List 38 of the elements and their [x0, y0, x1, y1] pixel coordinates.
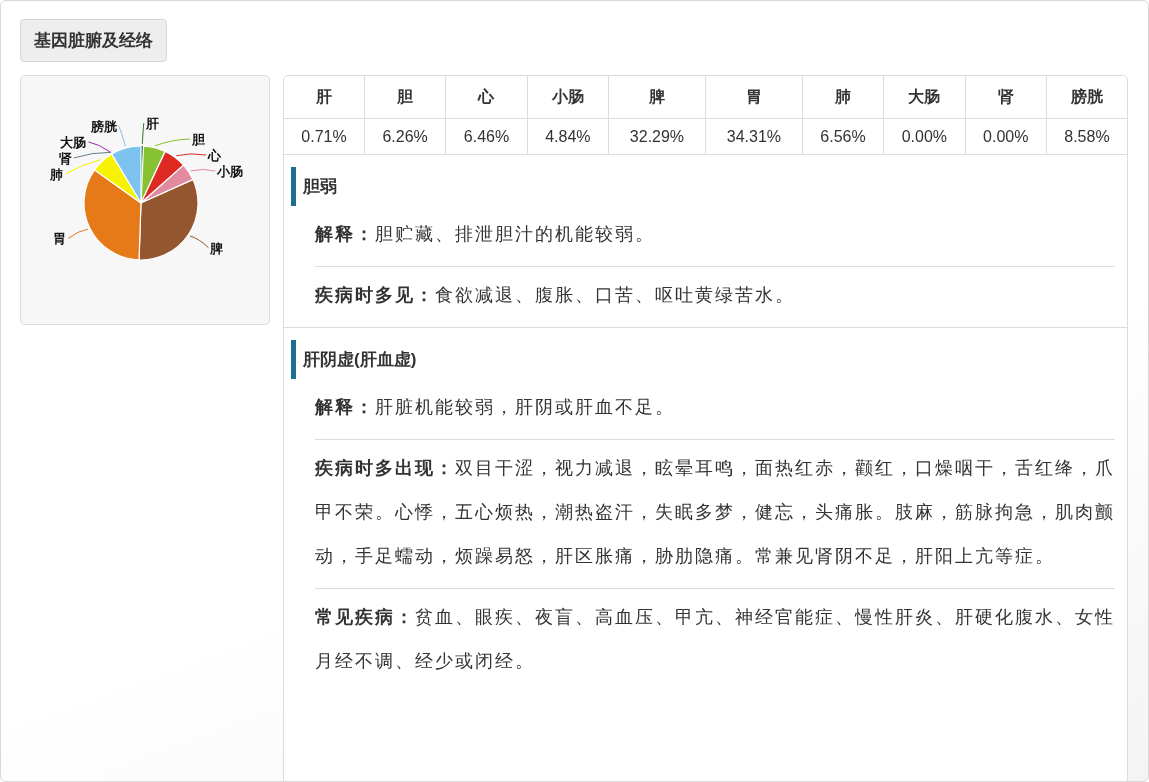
table-header-cell: 肾	[965, 76, 1047, 119]
section-title: 胆弱	[291, 167, 1115, 206]
slice-label: 脾	[210, 240, 224, 256]
table-cell: 8.58%	[1046, 118, 1127, 154]
slice-label: 肝	[145, 116, 159, 131]
table-header-cell: 小肠	[527, 76, 609, 119]
table-header-cell: 肺	[802, 76, 884, 119]
slice-label: 大肠	[60, 134, 87, 150]
slice-label: 小肠	[217, 164, 244, 179]
table-header-cell: 膀胱	[1046, 76, 1127, 119]
table-header-cell: 胃	[705, 76, 803, 119]
slice-label: 胆	[192, 132, 206, 147]
slice-label: 膀胱	[90, 118, 117, 134]
table-cell: 34.31%	[705, 118, 803, 154]
section-title: 肝阴虚(肝血虚)	[291, 340, 1115, 379]
description-text: 解释：胆贮藏、排泄胆汁的机能较弱。	[315, 206, 1115, 267]
table-header-cell: 大肠	[883, 76, 966, 119]
table-cell: 0.00%	[965, 118, 1047, 154]
table-cell: 0.71%	[284, 118, 365, 154]
table-cell: 6.26%	[364, 118, 446, 154]
table-cell: 6.46%	[445, 118, 528, 154]
description-text: 解释：肝脏机能较弱，肝阴或肝血不足。	[315, 379, 1115, 440]
table-header-cell: 心	[445, 76, 528, 119]
table-header-cell: 胆	[364, 76, 446, 119]
table-cell: 32.29%	[608, 118, 706, 154]
slice-label: 肾	[58, 150, 72, 166]
table-cell: 4.84%	[527, 118, 609, 154]
description-text: 常见疾病：贫血、眼疾、夜盲、高血压、甲亢、神经官能症、慢性肝炎、肝硬化腹水、女性月经不调、经少或闭经。	[315, 606, 1115, 673]
table-header-cell: 脾	[608, 76, 706, 119]
slice-label: 胃	[53, 231, 67, 247]
description-text: 疾病时多见：食欲减退、腹胀、口苦、呕吐黄绿苦水。	[315, 284, 796, 307]
section-header: 基因脏腑及经络	[20, 19, 167, 62]
table-cell: 6.56%	[802, 118, 884, 154]
table-cell: 0.00%	[883, 118, 966, 154]
slice-label: 心	[208, 148, 221, 163]
slice-label: 肺	[50, 166, 64, 182]
description-text: 疾病时多出现：双目干涩，视力减退，眩晕耳鸣，面热红赤，颧红，口燥咽干，舌红绛，爪甲不荣。心悸，五心烦热，潮热盗汗，失眠多梦，健忘，头痛胀。肢麻，筋脉拘急，肌肉颤动，手足蠕动，烦躁易怒，肝区胀痛，胁肋隐痛。常兼见肾阴不足，肝阳上亢等症。	[315, 440, 1115, 589]
table-header-cell: 肝	[284, 76, 365, 119]
